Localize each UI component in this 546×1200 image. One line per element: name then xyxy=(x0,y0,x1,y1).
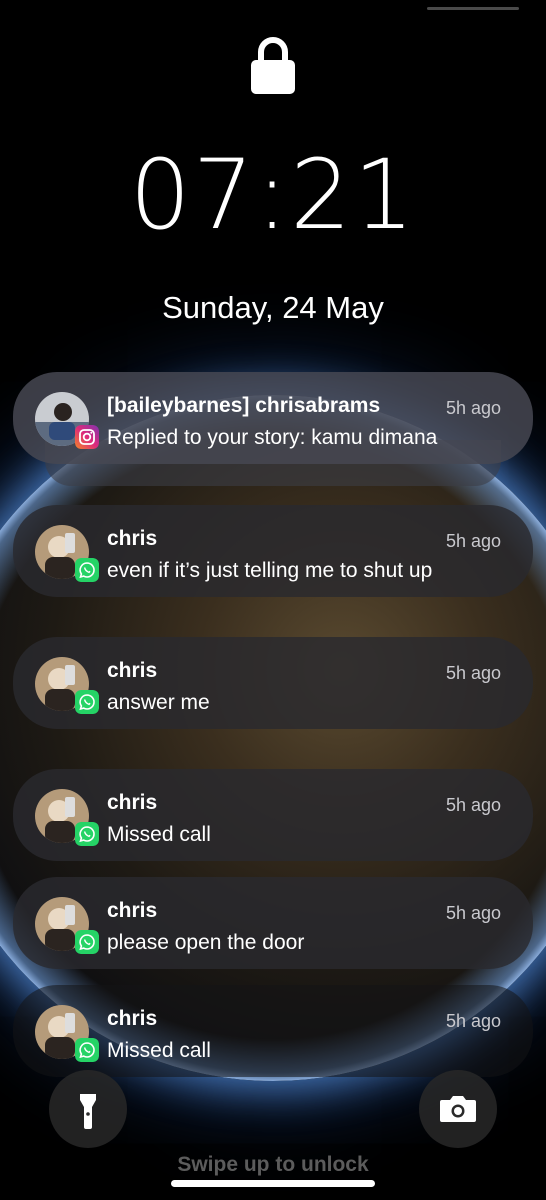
notification-message: please open the door xyxy=(107,931,305,954)
date: Sunday, 24 May xyxy=(162,290,384,325)
clock: 07:21 xyxy=(129,139,417,251)
notification-whatsapp[interactable]: chris Missed call 5h ago xyxy=(13,985,533,1077)
notification-whatsapp[interactable]: chris even if it’s just telling me to sh… xyxy=(13,505,533,597)
notification-message: Replied to your story: kamu dimana xyxy=(107,426,438,449)
flashlight-button[interactable] xyxy=(49,1070,127,1148)
lock-icon xyxy=(251,37,295,94)
notification-message: Missed call xyxy=(107,823,211,846)
notification-message: answer me xyxy=(107,691,210,714)
notification-whatsapp[interactable]: chris Missed call 5h ago xyxy=(13,769,533,861)
notification-message: Missed call xyxy=(107,1039,211,1062)
notification-sender: chris xyxy=(107,659,158,682)
notification-sender: chris xyxy=(107,527,158,550)
whatsapp-icon xyxy=(75,690,99,714)
notification-time: 5h ago xyxy=(445,795,501,815)
home-indicator[interactable] xyxy=(171,1180,375,1187)
whatsapp-icon xyxy=(75,1038,99,1062)
notification-time: 5h ago xyxy=(445,398,501,418)
status-indicator-bar xyxy=(427,7,519,10)
whatsapp-icon xyxy=(75,930,99,954)
camera-icon xyxy=(440,1096,476,1122)
notification-time: 5h ago xyxy=(445,1011,501,1031)
planet-image xyxy=(0,395,546,1081)
notification-message: even if it’s just telling me to shut up xyxy=(107,559,433,582)
notification-sender: chris xyxy=(107,791,158,814)
instagram-icon xyxy=(75,425,99,449)
notification-whatsapp[interactable]: chris please open the door 5h ago xyxy=(13,877,533,969)
notification-sender: [baileybarnes] chrisabrams xyxy=(107,394,381,417)
notification-time: 5h ago xyxy=(445,531,501,551)
notification-sender: chris xyxy=(107,899,158,922)
whatsapp-icon xyxy=(75,558,99,582)
notification-sender: chris xyxy=(107,1007,158,1030)
camera-button[interactable] xyxy=(419,1070,497,1148)
whatsapp-icon xyxy=(75,822,99,846)
notification-instagram[interactable]: [baileybarnes] chrisabrams Replied to yo… xyxy=(13,372,533,464)
swipe-hint: Swipe up to unlock xyxy=(177,1153,369,1176)
notification-time: 5h ago xyxy=(445,663,501,683)
notification-whatsapp[interactable]: chris answer me 5h ago xyxy=(13,637,533,729)
flashlight-icon xyxy=(80,1094,96,1129)
notification-time: 5h ago xyxy=(445,903,501,923)
